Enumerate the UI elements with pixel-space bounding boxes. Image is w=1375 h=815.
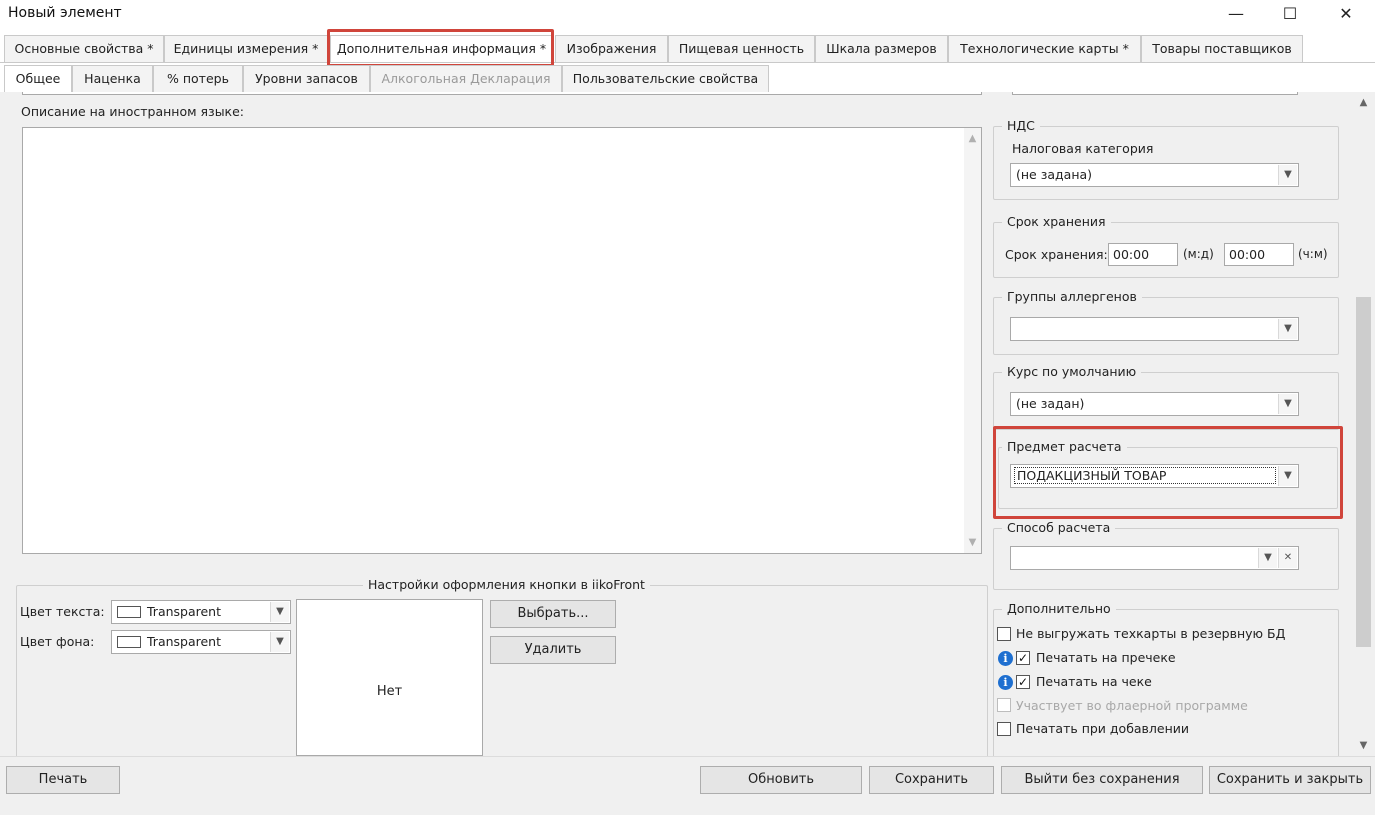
subtab-stock-levels[interactable]: Уровни запасов (243, 65, 370, 92)
subtab-markup[interactable]: Наценка (72, 65, 153, 92)
text-color-swatch (117, 606, 141, 618)
allergens-combo[interactable]: ▼ (1010, 317, 1299, 341)
default-rate-legend: Курс по умолчанию (1002, 364, 1142, 379)
shelf-life-label: Срок хранения: (1005, 247, 1108, 262)
tax-category-combo[interactable]: (не задана) ▼ (1010, 163, 1299, 187)
additional-legend: Дополнительно (1002, 601, 1116, 616)
bg-color-label: Цвет фона: (20, 634, 95, 649)
delete-image-button[interactable]: Удалить (490, 636, 616, 664)
chevron-down-icon[interactable]: ▼ (1258, 548, 1277, 568)
shelf-life-months-days-input[interactable]: 00:00 (1108, 243, 1178, 266)
info-icon[interactable]: i (998, 651, 1013, 666)
chevron-down-icon[interactable]: ▼ (1278, 165, 1297, 185)
shelf-life-unit-hm: (ч:м) (1298, 247, 1328, 261)
checkbox-print-receipt-label: Печатать на чеке (1036, 674, 1152, 689)
checkbox-print-receipt[interactable]: ✓ (1016, 675, 1030, 689)
tax-category-label: Налоговая категория (1012, 141, 1154, 156)
button-style-legend: Настройки оформления кнопки в iikoFront (363, 577, 650, 592)
right-field-above-remnant (1012, 92, 1298, 95)
main-scrollbar[interactable]: ▲ ▼ (1354, 92, 1373, 756)
tab-nutrition[interactable]: Пищевая ценность (668, 35, 815, 62)
description-textarea[interactable]: ▲ ▼ (22, 127, 982, 554)
exit-without-saving-button[interactable]: Выйти без сохранения (1001, 766, 1203, 794)
close-button[interactable]: ✕ (1324, 0, 1368, 30)
chevron-down-icon[interactable]: ▼ (1278, 394, 1297, 414)
description-scrollbar[interactable]: ▲ ▼ (964, 128, 981, 553)
scroll-up-icon[interactable]: ▲ (1354, 94, 1373, 111)
default-rate-combo[interactable]: (не задан) ▼ (1010, 392, 1299, 416)
payment-subject-value: ПОДАКЦИЗНЫЙ ТОВАР (1014, 467, 1276, 484)
button-preview-text: Нет (376, 684, 403, 699)
chevron-down-icon[interactable]: ▼ (270, 632, 289, 652)
payment-subject-legend: Предмет расчета (1002, 439, 1127, 454)
tab-size-scale[interactable]: Шкала размеров (815, 35, 948, 62)
text-color-label: Цвет текста: (20, 604, 105, 619)
checkbox-print-on-add[interactable] (997, 722, 1011, 736)
shelf-life-hours-minutes-input[interactable]: 00:00 (1224, 243, 1294, 266)
tab-supplier-goods[interactable]: Товары поставщиков (1141, 35, 1303, 62)
bg-color-value: Transparent (147, 634, 222, 649)
tab-additional-info[interactable]: Дополнительная информация * (330, 35, 553, 63)
info-icon[interactable]: i (998, 675, 1013, 690)
description-label: Описание на иностранном языке: (21, 104, 245, 119)
refresh-button[interactable]: Обновить (700, 766, 862, 794)
save-button[interactable]: Сохранить (869, 766, 994, 794)
scroll-down-icon[interactable]: ▼ (1354, 737, 1373, 754)
tax-category-value: (не задана) (1016, 167, 1093, 182)
payment-method-combo[interactable]: ▼ ✕ (1010, 546, 1299, 570)
checkbox-no-export-techcards[interactable] (997, 627, 1011, 641)
title-bar: Новый элемент — ☐ ✕ (0, 0, 1375, 30)
checkbox-no-export-techcards-label: Не выгружать техкарты в резервную БД (1016, 626, 1286, 641)
payment-method-legend: Способ расчета (1002, 520, 1116, 535)
maximize-button[interactable]: ☐ (1268, 0, 1312, 30)
default-rate-value: (не задан) (1016, 396, 1085, 411)
print-button[interactable]: Печать (6, 766, 120, 794)
tab-main-properties[interactable]: Основные свойства * (4, 35, 164, 62)
choose-image-button[interactable]: Выбрать... (490, 600, 616, 628)
shelf-life-legend: Срок хранения (1002, 214, 1111, 229)
bg-color-combo[interactable]: Transparent ▼ (111, 630, 291, 654)
main-tabs: Основные свойства * Единицы измерения * … (0, 35, 1375, 63)
tab-units[interactable]: Единицы измерения * (164, 35, 328, 62)
subtab-alcohol-declaration: Алкогольная Декларация (370, 65, 562, 92)
field-above-remnant (22, 92, 982, 95)
scroll-up-icon[interactable]: ▲ (964, 130, 981, 147)
scroll-down-icon[interactable]: ▼ (964, 534, 981, 551)
checkbox-flyer-program-label: Участвует во флаерной программе (1016, 698, 1248, 713)
bg-color-swatch (117, 636, 141, 648)
subtab-losses[interactable]: % потерь (153, 65, 243, 92)
minimize-button[interactable]: — (1214, 0, 1258, 30)
scrollbar-thumb[interactable] (1356, 297, 1371, 647)
checkbox-print-precheck[interactable]: ✓ (1016, 651, 1030, 665)
clear-icon[interactable]: ✕ (1278, 548, 1297, 568)
chevron-down-icon[interactable]: ▼ (1278, 466, 1297, 486)
payment-subject-combo[interactable]: ПОДАКЦИЗНЫЙ ТОВАР ▼ (1010, 464, 1299, 488)
text-color-combo[interactable]: Transparent ▼ (111, 600, 291, 624)
allergens-legend: Группы аллергенов (1002, 289, 1142, 304)
chevron-down-icon[interactable]: ▼ (1278, 319, 1297, 339)
tab-tech-cards[interactable]: Технологические карты * (948, 35, 1141, 62)
tab-images[interactable]: Изображения (555, 35, 668, 62)
vat-legend: НДС (1002, 118, 1040, 133)
button-preview: Нет (296, 599, 483, 756)
save-and-close-button[interactable]: Сохранить и закрыть (1209, 766, 1371, 794)
sub-tabs: Общее Наценка % потерь Уровни запасов Ал… (0, 65, 1375, 93)
chevron-down-icon[interactable]: ▼ (270, 602, 289, 622)
checkbox-flyer-program (997, 698, 1011, 712)
window-title: Новый элемент (8, 5, 122, 21)
checkbox-print-precheck-label: Печатать на пречеке (1036, 650, 1176, 665)
main-tabs-divider (0, 62, 1375, 63)
subtab-general[interactable]: Общее (4, 65, 72, 93)
subtab-custom-properties[interactable]: Пользовательские свойства (562, 65, 769, 92)
text-color-value: Transparent (147, 604, 222, 619)
shelf-life-unit-md: (м:д) (1183, 247, 1214, 261)
checkbox-print-on-add-label: Печатать при добавлении (1016, 721, 1190, 736)
